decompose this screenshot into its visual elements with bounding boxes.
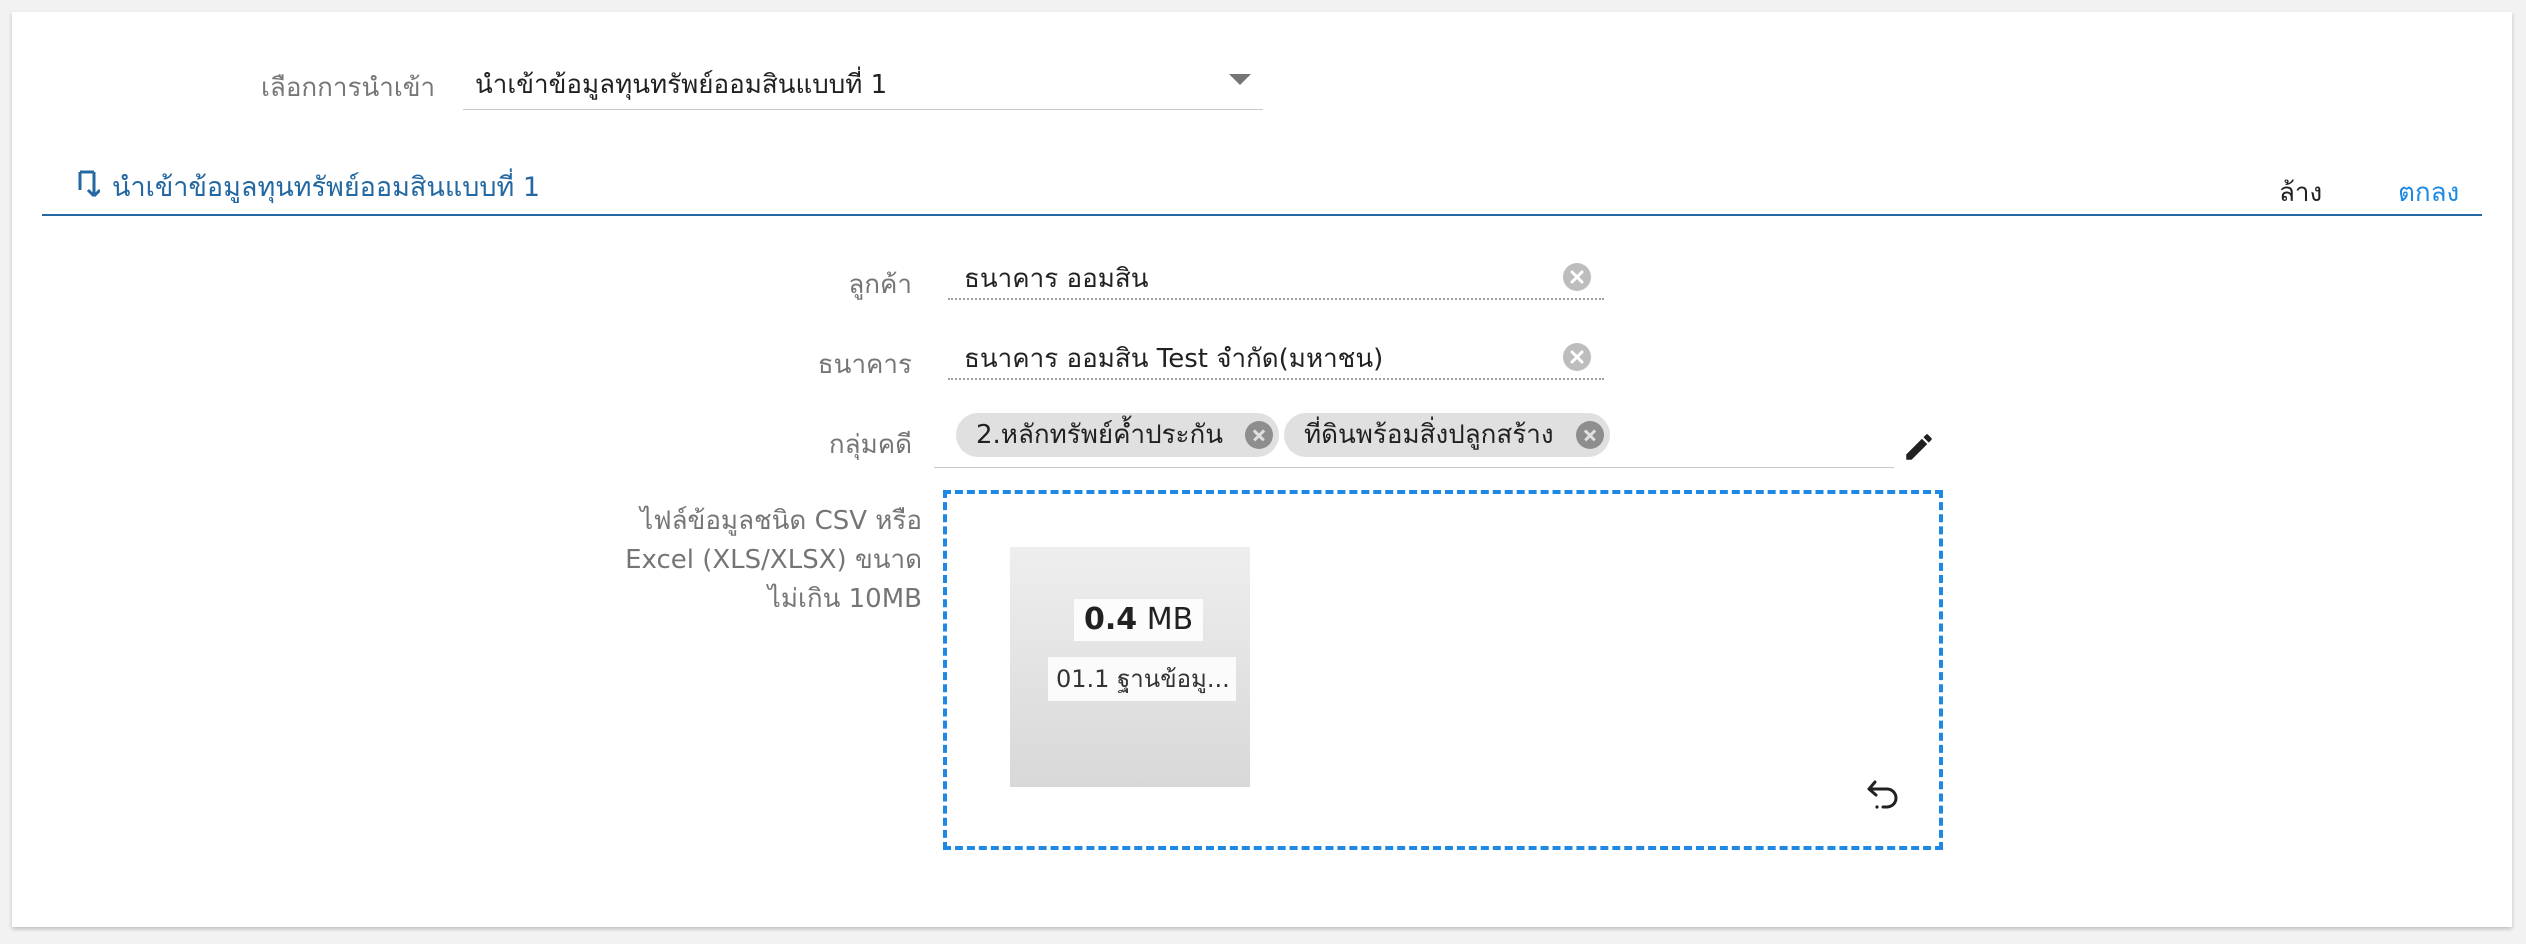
upload-label-line: Excel (XLS/XLSX) ขนาด [625,545,922,575]
chip-label: 2.หลักทรัพย์ค้ำประกัน [976,420,1224,450]
upload-label: ไฟล์ข้อมูลชนิด CSV หรือ Excel (XLS/XLSX)… [532,502,922,619]
file-size-value: 0.4 [1084,602,1138,637]
customer-value: ธนาคาร ออมสิน [964,264,1149,294]
section-title: นำเข้าข้อมูลทุนทรัพย์ออมสินแบบที่ 1 [112,172,541,203]
case-group-label: กลุ่มคดี [828,430,912,460]
chip-land-with-building: ที่ดินพร้อมสิ่งปลูกสร้าง [1284,413,1610,457]
file-preview[interactable]: 0.4 MB 01.1 ฐานข้อมู... [1010,547,1250,787]
upload-label-line: ไม่เกิน 10MB [767,584,922,614]
undo-icon[interactable] [1865,774,1905,814]
clear-bank-icon[interactable] [1562,342,1592,372]
chip-remove-icon[interactable] [1575,421,1604,449]
chip-label: ที่ดินพร้อมสิ่งปลูกสร้าง [1304,420,1554,450]
import-type-select[interactable]: นำเข้าข้อมูลทุนทรัพย์ออมสินแบบที่ 1 [463,54,1263,110]
bank-label: ธนาคาร [817,350,912,380]
import-type-select-value: นำเข้าข้อมูลทุนทรัพย์ออมสินแบบที่ 1 [475,70,888,100]
chevron-down-icon[interactable] [1229,74,1251,85]
file-size: 0.4 MB [1074,599,1204,641]
chip-remove-icon[interactable] [1245,421,1274,449]
bank-value: ธนาคาร ออมสิน Test จำกัด(มหาชน) [964,344,1384,374]
pencil-icon[interactable] [1902,430,1936,464]
file-name: 01.1 ฐานข้อมู... [1048,657,1236,701]
clear-button[interactable]: ล้าง [2279,172,2322,213]
chip-collateral: 2.หลักทรัพย์ค้ำประกัน [956,413,1280,457]
ok-button[interactable]: ตกลง [2398,172,2459,213]
clear-customer-icon[interactable] [1562,262,1592,292]
bank-field[interactable]: ธนาคาร ออมสิน Test จำกัด(มหาชน) [948,328,1604,380]
customer-label: ลูกค้า [848,270,912,300]
import-select-label: เลือกการนำเข้า [261,73,436,103]
file-size-unit: MB [1146,602,1194,637]
customer-field[interactable]: ธนาคาร ออมสิน [948,248,1604,300]
section-divider [42,214,2482,216]
case-group-field[interactable]: 2.หลักทรัพย์ค้ำประกัน ที่ดินพร้อมสิ่งปลู… [934,402,1894,468]
import-card: เลือกการนำเข้า นำเข้าข้อมูลทุนทรัพย์ออมส… [12,12,2512,927]
file-dropzone[interactable]: 0.4 MB 01.1 ฐานข้อมู... [943,490,1943,850]
import-arrow-icon [78,170,100,198]
upload-label-line: ไฟล์ข้อมูลชนิด CSV หรือ [640,506,922,536]
